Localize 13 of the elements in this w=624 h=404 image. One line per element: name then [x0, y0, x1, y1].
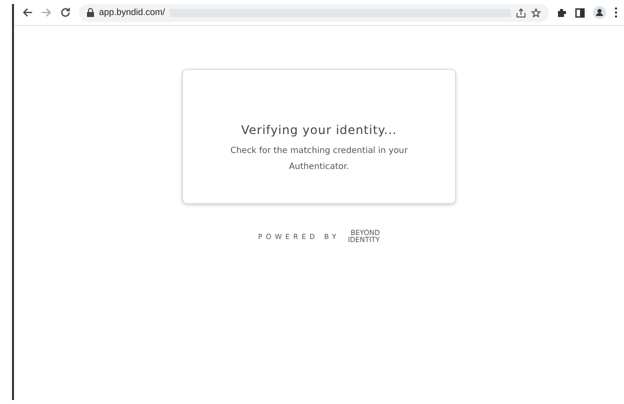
star-icon[interactable] — [531, 8, 541, 18]
reload-icon[interactable] — [60, 7, 71, 18]
address-bar[interactable]: app.byndid.com/ — [79, 4, 549, 22]
back-icon[interactable] — [22, 7, 33, 18]
lock-icon — [87, 8, 94, 17]
side-panel-icon[interactable] — [575, 8, 585, 18]
share-icon[interactable] — [516, 8, 526, 18]
card-title: Verifying your identity... — [241, 122, 397, 138]
menu-icon[interactable] — [614, 7, 618, 18]
puzzle-icon[interactable] — [557, 8, 567, 18]
card-message: Check for the matching credential in your Authenticator. — [229, 144, 409, 174]
profile-icon[interactable] — [593, 6, 606, 19]
url-text: app.byndid.com/ — [99, 6, 166, 19]
